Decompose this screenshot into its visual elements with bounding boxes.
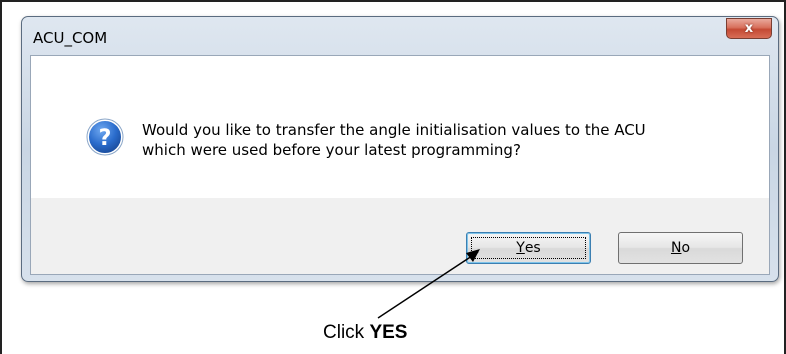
message-area: ? Would you like to transfer the angle i… [31,56,769,198]
focus-rectangle [471,237,586,259]
message-line-1: Would you like to transfer the angle ini… [142,121,646,139]
no-label: o [681,240,691,256]
callout-text: Click YES [323,322,407,344]
dialog-message: Would you like to transfer the angle ini… [142,120,752,160]
close-button[interactable]: x [726,18,772,39]
callout-emphasis: YES [369,322,408,343]
no-accelerator: N [670,240,682,256]
dialog-title: ACU_COM [33,29,108,47]
message-dialog: ACU_COM x ? Would you like to transfer t… [21,16,779,282]
dialog-content: ? Would you like to transfer the angle i… [30,55,770,275]
message-line-2: which were used before your latest progr… [142,141,521,159]
close-icon: x [744,21,754,36]
no-button[interactable]: No [618,232,743,264]
callout-prefix: Click [323,322,370,343]
yes-button[interactable]: Yes [466,232,591,264]
question-icon: ? [86,118,124,156]
title-bar[interactable]: ACU_COM x [22,17,778,55]
svg-text:?: ? [99,126,112,151]
